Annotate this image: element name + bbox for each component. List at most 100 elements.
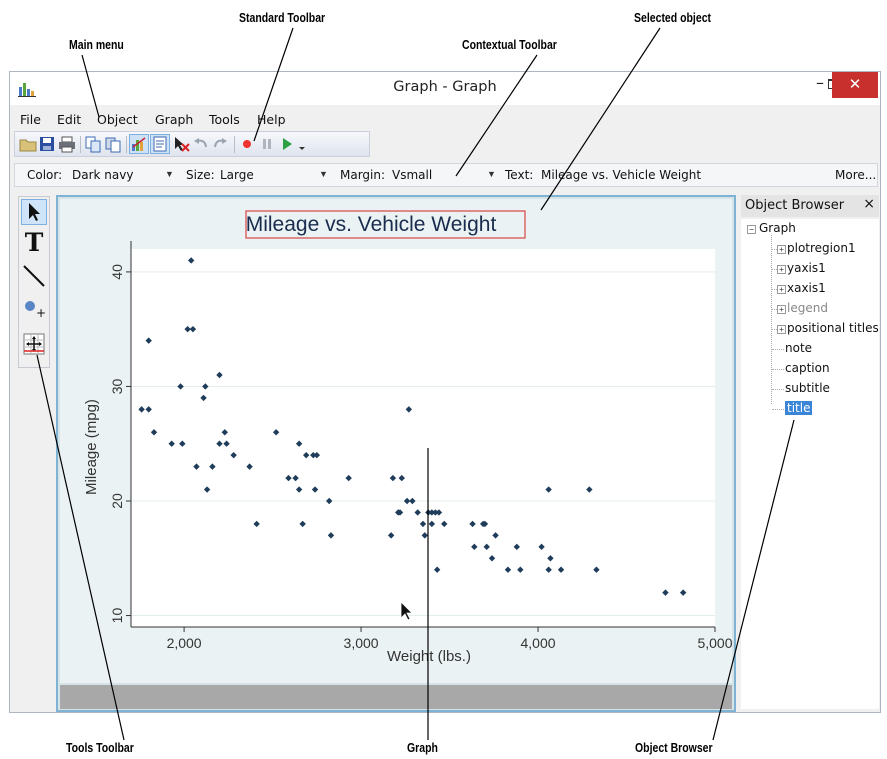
tree-connector [772, 369, 784, 370]
size-dropdown[interactable]: Large [220, 168, 254, 182]
callout-object-browser: Object Browser [635, 741, 713, 755]
y-axis-label[interactable]: Mileage (mpg) [83, 399, 100, 495]
print-icon[interactable] [58, 135, 76, 153]
tree-node-graph[interactable]: Graph [759, 221, 796, 235]
save-icon[interactable] [38, 135, 56, 153]
title-bar: Graph - Graph – ✕ [10, 72, 880, 105]
marker-tool[interactable]: + [21, 296, 47, 322]
tree-connector [772, 389, 784, 390]
graph-editor-window: Graph - Graph – ✕ File Edit Object Graph… [9, 71, 881, 713]
menu-object[interactable]: Object [97, 112, 138, 127]
color-label: Color: [27, 168, 63, 182]
overflow-icon[interactable] [297, 135, 307, 153]
object-browser-title: Object Browser [745, 198, 845, 213]
pointer-icon [29, 203, 40, 221]
grid-editor-icon [23, 333, 45, 355]
y-tick-label: 30 [109, 378, 125, 394]
tree-connector [772, 349, 784, 350]
object-tree: − Graph + plotregion1 + yaxis1 + xaxis1 + legen… [741, 219, 879, 709]
tree-node-caption[interactable]: caption [785, 361, 830, 375]
grid-editor-tool[interactable] [21, 331, 47, 357]
text-input[interactable]: Mileage vs. Vehicle Weight [541, 168, 701, 182]
object-browser-header: Object Browser × [741, 195, 879, 217]
marker-plus-icon: + [36, 306, 47, 320]
object-browser-panel: Object Browser × − Graph + plotregion1 + ya… [741, 195, 879, 712]
copy-icon[interactable] [84, 135, 102, 153]
tree-node-title[interactable]: title [785, 401, 813, 415]
toolbar-separator [234, 136, 235, 153]
tree-node-positional-titles[interactable]: positional titles [787, 321, 879, 335]
text-tool-icon[interactable]: T [21, 230, 47, 256]
y-tick-label: 20 [109, 493, 125, 509]
y-tick-label: 40 [109, 264, 125, 280]
tree-expander-expand-icon[interactable]: + [777, 265, 786, 274]
standard-toolbar [14, 131, 370, 157]
margin-dropdown-arrow-icon[interactable]: ▼ [487, 169, 496, 179]
toolbar-separator [126, 136, 127, 153]
callout-contextual-toolbar: Contextual Toolbar [462, 38, 557, 52]
y-tick-label: 10 [109, 608, 125, 624]
contextual-toolbar: Color: Dark navy ▼ Size: Large ▼ Margin:… [14, 163, 878, 187]
tree-connector [772, 409, 784, 410]
x-axis-label[interactable]: Weight (lbs.) [387, 648, 471, 665]
open-icon[interactable] [19, 135, 37, 153]
size-dropdown-arrow-icon[interactable]: ▼ [319, 169, 328, 179]
graph-panel: 10 20 30 40 2,000 3,000 4,000 5,000 Mileage vs.… [56, 195, 736, 712]
tree-expander-collapse-icon[interactable]: − [747, 225, 756, 234]
more-button[interactable]: More... [835, 168, 876, 182]
callout-graph: Graph [407, 741, 438, 755]
undo-icon[interactable] [192, 135, 210, 153]
line-tool-icon [23, 265, 45, 287]
plot-region[interactable] [131, 249, 715, 627]
graph-editor-icon[interactable] [129, 134, 149, 154]
tree-node-subtitle[interactable]: subtitle [785, 381, 830, 395]
x-tick-label: 4,000 [521, 635, 556, 651]
x-tick-label: 2,000 [167, 635, 202, 651]
record-icon[interactable] [238, 135, 256, 153]
graph-region[interactable]: 10 20 30 40 2,000 3,000 4,000 5,000 Mileage vs.… [60, 199, 733, 683]
x-tick-label: 5,000 [697, 635, 732, 651]
tree-expander-expand-icon[interactable]: + [777, 305, 786, 314]
browser-icon[interactable] [150, 134, 170, 154]
copy-alt-icon[interactable] [104, 135, 122, 153]
callout-standard-toolbar: Standard Toolbar [239, 11, 326, 25]
x-tick-label: 3,000 [344, 635, 379, 651]
pause-icon[interactable] [258, 135, 276, 153]
window-title: Graph - Graph [393, 79, 497, 95]
scatter-chart[interactable]: 10 20 30 40 2,000 3,000 4,000 5,000 Mileage vs.… [60, 199, 733, 683]
color-dropdown-arrow-icon[interactable]: ▼ [165, 169, 174, 179]
main-menu-bar: File Edit Object Graph Tools Help [10, 109, 880, 129]
chart-title[interactable]: Mileage vs. Vehicle Weight [246, 213, 497, 236]
tree-node-note[interactable]: note [785, 341, 812, 355]
tree-expander-expand-icon[interactable]: + [777, 285, 786, 294]
callout-selected-object: Selected object [634, 11, 712, 25]
toolbar-separator [80, 136, 81, 153]
size-label: Size: [186, 168, 215, 182]
tree-node-yaxis1[interactable]: yaxis1 [787, 261, 826, 275]
close-button[interactable]: ✕ [832, 72, 878, 98]
play-icon[interactable] [278, 135, 296, 153]
redo-icon[interactable] [211, 135, 229, 153]
pointer-delete-icon[interactable] [172, 135, 190, 153]
tree-connector [771, 235, 772, 404]
menu-edit[interactable]: Edit [57, 112, 81, 127]
tools-toolbar: T + [18, 196, 50, 368]
menu-file[interactable]: File [20, 112, 41, 127]
object-browser-close-button[interactable]: × [863, 196, 875, 212]
menu-graph[interactable]: Graph [155, 112, 193, 127]
tree-expander-expand-icon[interactable]: + [777, 325, 786, 334]
line-tool[interactable] [21, 263, 47, 289]
callout-tools-toolbar: Tools Toolbar [66, 741, 134, 755]
callout-main-menu: Main menu [69, 38, 124, 52]
tree-node-plotregion1[interactable]: plotregion1 [787, 241, 856, 255]
text-label: Text: [505, 168, 534, 182]
tree-expander-expand-icon[interactable]: + [777, 245, 786, 254]
menu-help[interactable]: Help [257, 112, 286, 127]
tree-node-xaxis1[interactable]: xaxis1 [787, 281, 826, 295]
menu-tools[interactable]: Tools [209, 112, 240, 127]
tree-node-legend[interactable]: legend [787, 301, 828, 315]
margin-dropdown[interactable]: Vsmall [392, 168, 432, 182]
horizontal-scrollbar[interactable] [60, 685, 732, 709]
color-dropdown[interactable]: Dark navy [72, 168, 133, 182]
pointer-tool[interactable] [21, 199, 47, 225]
